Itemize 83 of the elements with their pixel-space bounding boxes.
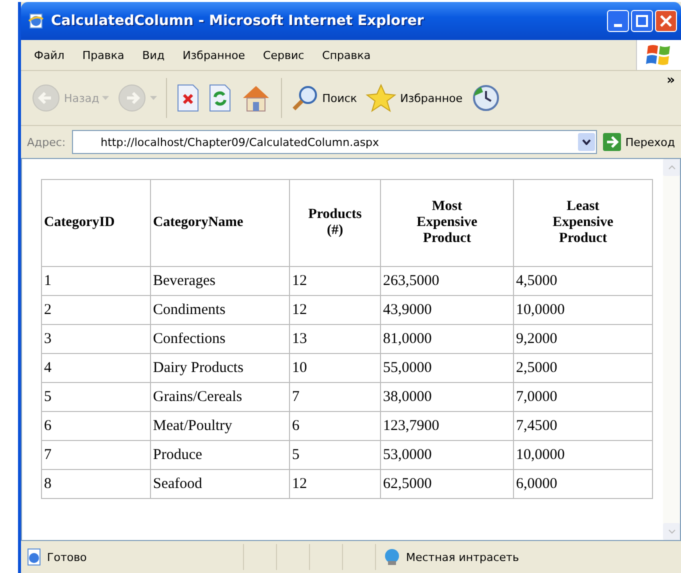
table-cell: 2 — [42, 296, 150, 324]
favorites-button[interactable]: Избранное — [363, 81, 465, 115]
table-cell: 2,5000 — [514, 354, 652, 382]
history-icon — [470, 83, 501, 113]
table-cell: 10,0000 — [514, 296, 652, 324]
table-cell: Produce — [150, 440, 290, 470]
table-cell: 10 — [290, 354, 380, 382]
table-cell: 55,0000 — [380, 354, 514, 382]
column-header: Least Expensive Product — [514, 180, 652, 266]
table-cell: Beverages — [150, 266, 290, 296]
close-icon — [660, 15, 672, 27]
browser-icon — [27, 12, 45, 30]
minimize-button[interactable] — [607, 10, 629, 32]
menu-item[interactable]: Вид — [133, 48, 174, 62]
dropdown-caret-icon — [150, 96, 158, 100]
table-cell: 7 — [42, 440, 150, 470]
search-button[interactable]: Поиск — [289, 82, 360, 114]
table-cell: 43,9000 — [380, 296, 514, 324]
table-cell: Dairy Products — [150, 354, 290, 382]
maximize-button[interactable] — [631, 10, 653, 32]
table-cell: Grains/Cereals — [150, 382, 290, 412]
scroll-down-icon — [668, 529, 676, 534]
status-text: Готово — [47, 550, 87, 564]
maximize-icon — [636, 15, 648, 27]
table-cell: 6 — [42, 412, 150, 440]
table-cell: 3 — [42, 324, 150, 354]
column-header: Most Expensive Product — [380, 180, 514, 266]
toolbar-overflow-button[interactable]: » — [660, 71, 681, 90]
table-cell: 8 — [42, 470, 150, 498]
table-cell: Seafood — [150, 470, 290, 498]
table-cell: 81,0000 — [380, 324, 514, 354]
close-button[interactable] — [655, 10, 677, 32]
scroll-up-icon — [668, 165, 676, 170]
dropdown-button[interactable] — [578, 133, 596, 151]
scrollbar[interactable] — [663, 159, 680, 540]
table-cell: 7 — [290, 382, 380, 412]
address-label: Адрес: — [27, 136, 66, 148]
chevron-down-icon — [582, 139, 592, 145]
table-cell: Confections — [150, 324, 290, 354]
star-icon — [365, 83, 398, 113]
table-cell: 7,4500 — [514, 412, 652, 440]
zone-text: Местная интрасеть — [406, 550, 519, 564]
window-title: CalculatedColumn - Microsoft Internet Explorer — [51, 13, 425, 29]
go-button[interactable]: Переход — [603, 133, 675, 151]
table-cell: 4,5000 — [514, 266, 652, 296]
network-icon — [382, 548, 402, 566]
table-cell: 12 — [290, 470, 380, 498]
menu-item[interactable]: Справка — [313, 48, 380, 62]
table-cell: Condiments — [150, 296, 290, 324]
menu-item[interactable]: Избранное — [174, 48, 254, 62]
address-field[interactable]: http://localhost/Chapter09/CalculatedColumn.aspx — [72, 130, 598, 154]
refresh-icon — [208, 84, 232, 112]
menu-item[interactable]: Сервис — [254, 48, 314, 62]
table-cell: 10,0000 — [514, 440, 652, 470]
table-cell: 53,0000 — [380, 440, 514, 470]
windows-logo-icon — [646, 43, 672, 67]
page-icon — [25, 548, 43, 566]
dropdown-caret-icon — [102, 96, 110, 100]
table-cell: 7,0000 — [514, 382, 652, 412]
stop-icon — [176, 84, 200, 112]
table-cell: 38,0000 — [380, 382, 514, 412]
table-cell: 123,7900 — [380, 412, 514, 440]
column-header: CategoryName — [150, 180, 290, 266]
table-cell: 5 — [290, 440, 380, 470]
table-cell: 62,5000 — [380, 470, 514, 498]
table-cell: 263,5000 — [380, 266, 514, 296]
column-header: CategoryID — [42, 180, 150, 266]
table-cell: 12 — [290, 296, 380, 324]
table-cell: Meat/Poultry — [150, 412, 290, 440]
table-cell: 5 — [42, 382, 150, 412]
table-cell: 12 — [290, 266, 380, 296]
search-icon — [291, 84, 320, 112]
column-header: Products (#) — [290, 180, 380, 266]
table-cell: 6 — [290, 412, 380, 440]
table-cell: 4 — [42, 354, 150, 382]
menu-item[interactable]: Правка — [73, 48, 134, 62]
table-cell: 6,0000 — [514, 470, 652, 498]
table-cell: 13 — [290, 324, 380, 354]
menu-item[interactable]: Файл — [25, 48, 74, 62]
minimize-icon — [614, 24, 622, 26]
table-cell: 9,2000 — [514, 324, 652, 354]
go-arrow-icon — [603, 133, 622, 151]
table-cell: 1 — [42, 266, 150, 296]
